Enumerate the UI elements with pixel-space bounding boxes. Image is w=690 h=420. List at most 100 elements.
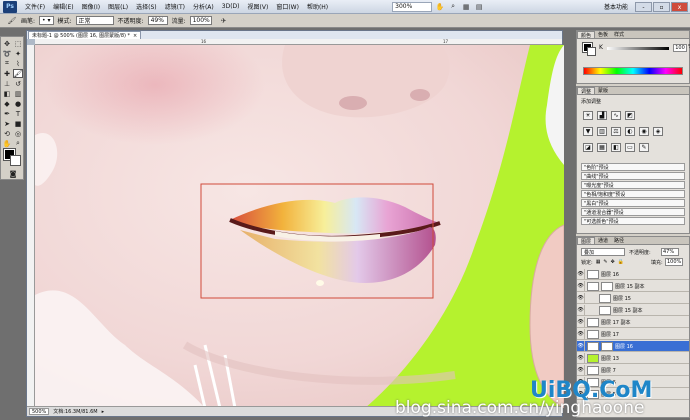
menu-filter[interactable]: 滤镜(T) [161, 2, 189, 11]
tab-layers[interactable]: 图层 [577, 237, 596, 245]
close-icon[interactable]: × [133, 33, 137, 39]
history-brush-icon[interactable]: ↺ [13, 79, 23, 88]
blend-mode-select[interactable]: 叠加 [581, 248, 625, 256]
lock-all-icon[interactable]: 🔒 [618, 259, 624, 266]
3d-camera-icon[interactable]: ◎ [13, 129, 23, 138]
menu-view[interactable]: 视图(V) [244, 2, 273, 11]
menu-select[interactable]: 选择(S) [132, 2, 161, 11]
crop-tool-icon[interactable]: ⌗ [2, 59, 12, 68]
menu-help[interactable]: 帮助(H) [303, 2, 332, 11]
zoom-tool-icon[interactable]: ⌕ [13, 139, 23, 148]
visibility-eye-icon[interactable]: 👁 [577, 365, 585, 375]
layer-row[interactable]: 👁 图层 7 [577, 365, 689, 376]
visibility-eye-icon[interactable]: 👁 [577, 341, 585, 351]
lock-pixels-icon[interactable]: ✎ [603, 259, 607, 266]
gradient-map-icon[interactable]: ▭ [625, 143, 635, 152]
visibility-eye-icon[interactable]: 👁 [577, 353, 585, 363]
tab-masks[interactable]: 蒙版 [595, 87, 611, 94]
path-select-icon[interactable]: ➤ [2, 119, 12, 128]
visibility-eye-icon[interactable]: 👁 [577, 317, 585, 327]
k-channel-slider[interactable] [607, 47, 669, 50]
close-button[interactable]: x [671, 2, 688, 12]
lock-position-icon[interactable]: ✥ [611, 259, 615, 266]
threshold-icon[interactable]: ◧ [611, 143, 621, 152]
vibrance-icon[interactable]: ▼ [583, 127, 593, 136]
layer-row[interactable]: 👁 图层 17 [577, 329, 689, 340]
layer-mask-thumbnail[interactable] [601, 281, 613, 291]
layer-thumbnail[interactable] [587, 281, 599, 291]
layer-row[interactable]: 👁 图层 17 副本 [577, 317, 689, 328]
layer-thumbnail[interactable] [587, 317, 599, 327]
marquee-tool-icon[interactable]: ⬚ [13, 39, 23, 48]
3d-rotate-icon[interactable]: ⟲ [2, 129, 12, 138]
image-canvas[interactable] [35, 45, 564, 408]
layer-row[interactable]: 👁 图层 15 副本 [577, 281, 689, 292]
fill-input[interactable]: 100% [665, 258, 683, 266]
layer-thumbnail[interactable] [587, 269, 599, 279]
grid-icon[interactable]: ▦ [461, 2, 471, 12]
zoom-level-select[interactable]: 300% [392, 1, 433, 12]
quick-mask-icon[interactable]: ◙ [8, 169, 18, 178]
background-color-swatch[interactable] [10, 155, 21, 166]
channel-mixer-icon[interactable]: ◈ [653, 127, 663, 136]
opacity-input[interactable]: 49% [147, 16, 168, 25]
dodge-tool-icon[interactable]: ● [13, 99, 23, 108]
preset-selective-color[interactable]: "可选颜色"预设 [581, 217, 685, 225]
arrange-icon[interactable]: ▤ [474, 2, 484, 12]
tab-styles[interactable]: 样式 [611, 31, 627, 38]
selective-color-icon[interactable]: ✎ [639, 143, 649, 152]
layer-thumbnail[interactable] [587, 341, 599, 351]
color-balance-icon[interactable]: ⚖ [611, 127, 621, 136]
healing-brush-icon[interactable]: ✚ [2, 69, 12, 78]
curves-icon[interactable]: ∿ [611, 111, 621, 120]
airbrush-icon[interactable]: ✈ [219, 16, 229, 26]
hue-saturation-icon[interactable]: ▥ [597, 127, 607, 136]
visibility-eye-icon[interactable]: 👁 [577, 269, 585, 279]
black-white-icon[interactable]: ◐ [625, 127, 635, 136]
clone-stamp-icon[interactable]: ⊥ [2, 79, 12, 88]
preset-black-white[interactable]: "黑白"预设 [581, 199, 685, 207]
preset-channel-mixer[interactable]: "通道混合器"预设 [581, 208, 685, 216]
document-tab[interactable]: 未标题-1 @ 500% (图层 16, 图层蒙版/8) * × [28, 31, 142, 39]
mode-select[interactable]: 正常 [75, 16, 114, 25]
tab-color[interactable]: 颜色 [577, 31, 596, 39]
restore-button[interactable]: ▫ [653, 2, 670, 12]
tab-paths[interactable]: 路径 [611, 237, 627, 244]
menu-image[interactable]: 图像(I) [78, 2, 104, 11]
minimize-button[interactable]: - [635, 2, 652, 12]
menu-edit[interactable]: 编辑(E) [49, 2, 77, 11]
layer-row[interactable]: 👁 图层 13 [577, 353, 689, 364]
layer-row[interactable]: 👁 图层 16 [577, 269, 689, 280]
exposure-icon[interactable]: ◩ [625, 111, 635, 120]
zoom-icon[interactable]: ⌕ [448, 2, 458, 12]
layer-row[interactable]: 👁 图层 15 副本 [577, 305, 689, 316]
layer-mask-thumbnail[interactable] [601, 341, 613, 351]
tab-adjustments[interactable]: 调整 [577, 87, 596, 95]
preset-hue-saturation[interactable]: "色相/饱和度"预设 [581, 190, 685, 198]
menu-layer[interactable]: 图层(L) [104, 2, 132, 11]
shape-tool-icon[interactable]: ■ [13, 119, 23, 128]
color-spectrum-bar[interactable] [583, 67, 683, 75]
eyedropper-tool-icon[interactable]: ⌇ [13, 59, 23, 68]
layer-opacity-input[interactable]: 47% [661, 248, 679, 256]
visibility-eye-icon[interactable]: 👁 [577, 281, 585, 291]
brightness-icon[interactable]: ☀ [583, 111, 593, 120]
layer-thumbnail[interactable] [599, 293, 611, 303]
move-tool-icon[interactable]: ✥ [2, 39, 12, 48]
photo-filter-icon[interactable]: ◉ [639, 127, 649, 136]
tab-channels[interactable]: 通道 [595, 237, 611, 244]
menu-3d[interactable]: 3D(D) [218, 3, 244, 10]
menu-file[interactable]: 文件(F) [21, 2, 49, 11]
posterize-icon[interactable]: ▦ [597, 143, 607, 152]
preset-levels[interactable]: "色阶"预设 [581, 163, 685, 171]
hand-icon[interactable]: ✋ [435, 2, 445, 12]
layer-row[interactable]: 👁 图层 16 [577, 341, 689, 352]
flow-input[interactable]: 100% [189, 16, 212, 25]
tab-swatches[interactable]: 色板 [595, 31, 611, 38]
brush-tool-icon-active[interactable]: 🖌 [13, 69, 23, 78]
preset-curves[interactable]: "曲线"预设 [581, 172, 685, 180]
brush-preset-picker[interactable]: • ▾ [39, 16, 54, 25]
status-zoom-input[interactable]: 500% [29, 408, 50, 415]
brush-tool-icon[interactable]: 🖌 [7, 16, 17, 26]
visibility-eye-icon[interactable]: 👁 [577, 293, 585, 303]
